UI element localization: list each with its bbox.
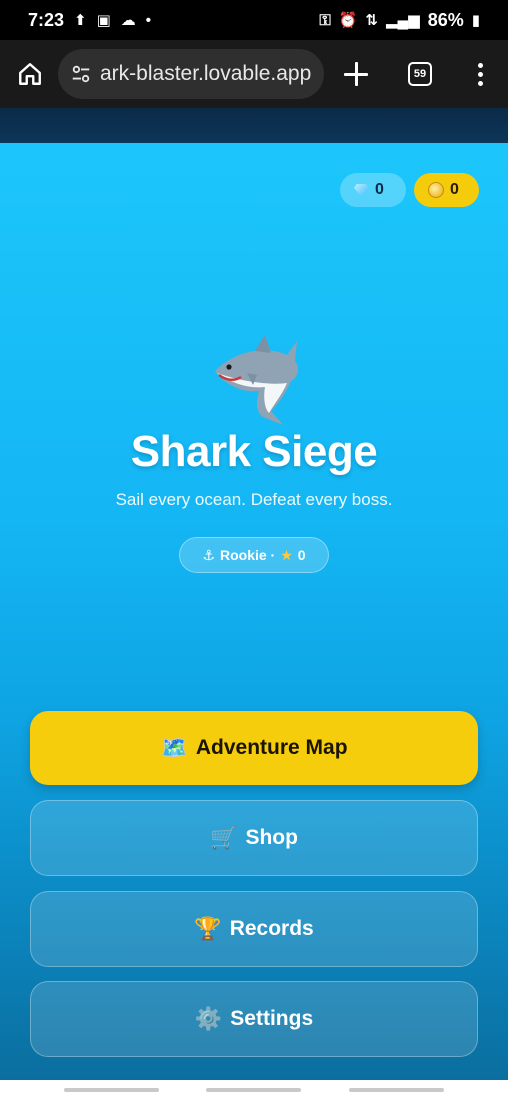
adventure-map-button[interactable]: 🗺️ Adventure Map <box>30 711 478 785</box>
signal-icon: ▂▄▆ <box>386 11 420 29</box>
battery-level: 86% <box>427 9 464 30</box>
coin-counter: 0 <box>414 173 479 207</box>
clock: 7:23 <box>28 9 65 30</box>
settings-button[interactable]: ⚙️ Settings <box>30 981 478 1057</box>
rank-label: Rookie · <box>219 547 276 563</box>
home-button[interactable] <box>12 56 48 92</box>
anchor-icon: ⚓ <box>202 546 215 563</box>
system-nav-bar <box>0 1080 508 1100</box>
site-settings-icon[interactable] <box>70 63 92 85</box>
status-bar: 7:23 ⬆ ▣ ☁ • ⚿ ⏰ ⇅ ▂▄▆ 86% ▮ <box>0 0 508 40</box>
cart-icon: 🛒 <box>210 825 238 850</box>
shop-button[interactable]: 🛒 Shop <box>30 800 478 876</box>
battery-icon: ▮ <box>471 11 480 29</box>
records-button[interactable]: 🏆 Records <box>30 891 478 967</box>
records-label: Records <box>229 917 314 940</box>
nav-segment[interactable] <box>206 1088 301 1092</box>
shop-label: Shop <box>245 826 298 849</box>
game-main-menu: 0 0 Shark Siege Sail every ocean. Defeat… <box>0 143 508 1080</box>
adventure-map-label: Adventure Map <box>195 736 348 759</box>
coin-count: 0 <box>450 181 459 198</box>
home-icon <box>19 63 41 85</box>
data-icon: ⇅ <box>365 11 378 29</box>
alarm-icon: ⏰ <box>338 11 358 29</box>
nav-segment[interactable] <box>349 1088 444 1092</box>
game-subtitle: Sail every ocean. Defeat every boss. <box>115 490 393 509</box>
nav-segment[interactable] <box>64 1088 159 1092</box>
shark-icon <box>215 335 299 425</box>
star-icon: ★ <box>280 546 293 563</box>
trophy-icon: 🏆 <box>194 916 222 941</box>
rank-badge: ⚓ Rookie · ★ 0 <box>179 537 329 573</box>
browser-toolbar: ark-blaster.lovable.app 59 <box>0 40 508 108</box>
browser-menu-button[interactable] <box>478 62 483 86</box>
page-top-bar <box>0 108 508 143</box>
new-tab-button[interactable] <box>342 60 370 88</box>
gear-icon: ⚙️ <box>194 1006 223 1031</box>
gem-count: 0 <box>375 181 384 198</box>
address-bar[interactable]: ark-blaster.lovable.app <box>58 49 324 99</box>
gem-icon <box>354 183 369 197</box>
gem-counter: 0 <box>340 173 406 207</box>
cloud-icon: ☁ <box>120 11 136 29</box>
star-count: 0 <box>297 547 306 563</box>
map-icon: 🗺️ <box>160 735 188 760</box>
game-title: Shark Siege <box>130 427 378 476</box>
url-text: ark-blaster.lovable.app <box>100 62 312 85</box>
image-icon: ▣ <box>96 11 111 29</box>
tab-switcher-button[interactable]: 59 <box>408 62 432 86</box>
coin-icon <box>428 182 444 198</box>
dot-icon: • <box>145 11 152 29</box>
key-icon: ⚿ <box>319 11 331 29</box>
upload-icon: ⬆ <box>74 11 87 29</box>
settings-label: Settings <box>230 1007 314 1030</box>
